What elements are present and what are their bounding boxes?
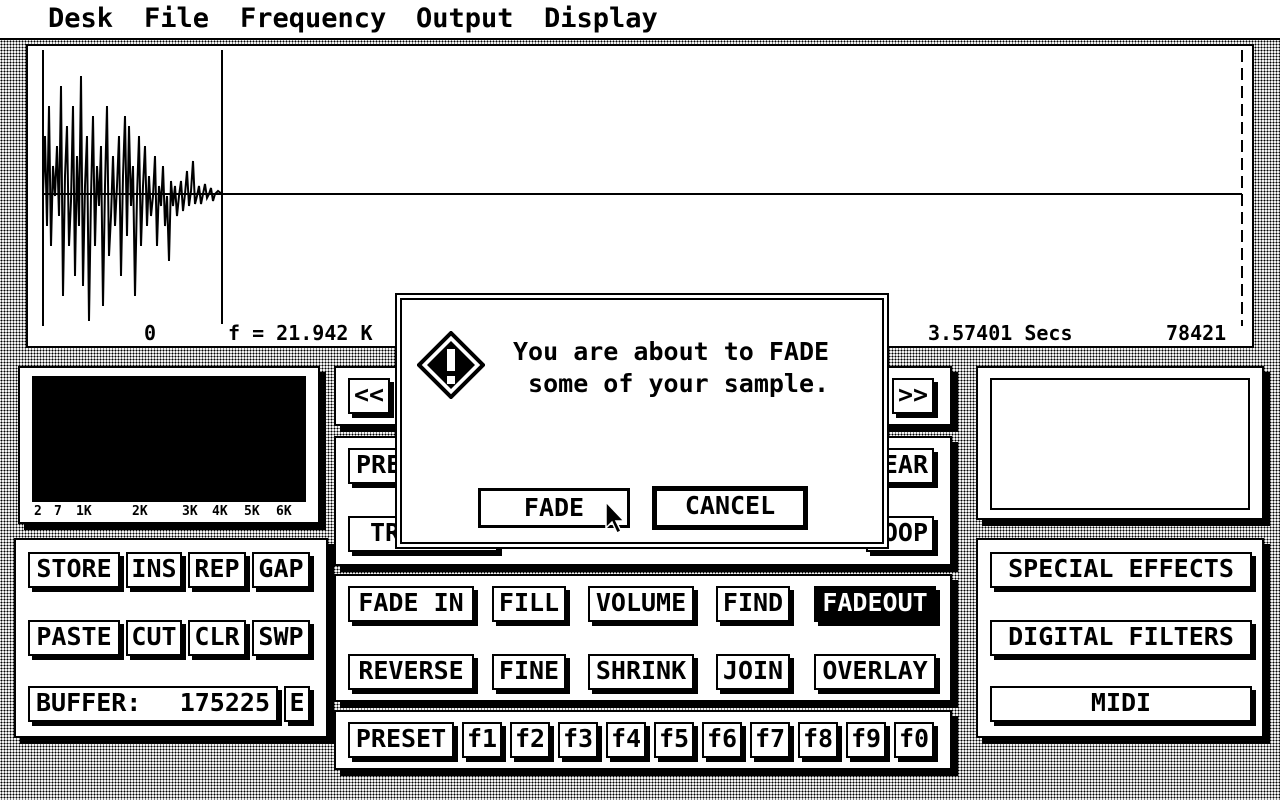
preset-panel: PRESET f1 f2 f3 f4 f5 f6 f7 f8 f9 f0 — [334, 710, 952, 770]
fade-in-button[interactable]: FADE IN — [348, 586, 474, 622]
preset-button[interactable]: PRESET — [348, 722, 454, 758]
insert-button[interactable]: INS — [126, 552, 182, 588]
spectrum-tick: 3K — [182, 504, 198, 519]
preset-f6-button[interactable]: f6 — [702, 722, 742, 758]
preset-f3-button[interactable]: f3 — [558, 722, 598, 758]
waveform-length-label: 78421 — [1166, 321, 1227, 345]
spectrum-tick: 1K — [76, 504, 92, 519]
spectrum-panel: 2 7 1K 2K 3K 4K 5K 6K — [18, 366, 320, 524]
effects-panel: FADE IN FILL VOLUME FIND FADEOUT REVERSE… — [334, 574, 952, 702]
reverse-button[interactable]: REVERSE — [348, 654, 474, 690]
menu-file[interactable]: File — [144, 2, 209, 36]
info-panel — [976, 366, 1264, 520]
menu-desk[interactable]: Desk — [48, 2, 113, 36]
preset-f7-button[interactable]: f7 — [750, 722, 790, 758]
spectrum-tick: 2K — [132, 504, 148, 519]
paste-button[interactable]: PASTE — [28, 620, 120, 656]
digital-filters-button[interactable]: DIGITAL FILTERS — [990, 620, 1252, 656]
warning-icon — [417, 331, 485, 399]
preset-f1-button[interactable]: f1 — [462, 722, 502, 758]
waveform-duration-label: 3.57401 Secs — [928, 321, 1073, 345]
spectrum-display — [32, 376, 306, 502]
preset-f2-button[interactable]: f2 — [510, 722, 550, 758]
swap-button[interactable]: SWP — [252, 620, 310, 656]
cut-button[interactable]: CUT — [126, 620, 182, 656]
spectrum-tick: 7 — [54, 504, 62, 519]
spectrum-tick: 2 — [34, 504, 42, 519]
store-button[interactable]: STORE — [28, 552, 120, 588]
buffer-display: BUFFER: 175225 — [28, 686, 278, 722]
replace-button[interactable]: REP — [188, 552, 246, 588]
cancel-button[interactable]: CANCEL — [652, 486, 808, 530]
preset-f4-button[interactable]: f4 — [606, 722, 646, 758]
buffer-label: BUFFER: — [36, 688, 142, 717]
shrink-button[interactable]: SHRINK — [588, 654, 694, 690]
preset-f8-button[interactable]: f8 — [798, 722, 838, 758]
menu-bar: Desk File Frequency Output Display — [0, 0, 1280, 40]
fine-button[interactable]: FINE — [492, 654, 566, 690]
special-effects-button[interactable]: SPECIAL EFFECTS — [990, 552, 1252, 588]
buffer-value: 175225 — [179, 688, 270, 717]
midi-button[interactable]: MIDI — [990, 686, 1252, 722]
clear-button[interactable]: CLR — [188, 620, 246, 656]
waveform-trace — [42, 75, 223, 322]
menu-output[interactable]: Output — [416, 2, 514, 36]
waveform-frequency-label: f = 21.942 K — [228, 321, 373, 345]
waveform-start-label: 0 — [144, 321, 157, 345]
gap-button[interactable]: GAP — [252, 552, 310, 588]
menu-frequency[interactable]: Frequency — [240, 2, 386, 36]
tools-panel: SPECIAL EFFECTS DIGITAL FILTERS MIDI — [976, 538, 1264, 738]
buffer-e-button[interactable]: E — [284, 686, 310, 722]
join-button[interactable]: JOIN — [716, 654, 790, 690]
spectrum-tick: 4K — [212, 504, 228, 519]
edit-panel: STORE INS REP GAP PASTE CUT CLR SWP BUFF… — [14, 538, 328, 738]
fade-confirm-dialog: You are about to FADE some of your sampl… — [395, 293, 889, 549]
info-display — [990, 378, 1250, 510]
spectrum-tick: 6K — [276, 504, 292, 519]
scroll-left-button[interactable]: << — [348, 378, 390, 414]
preset-f0-button[interactable]: f0 — [894, 722, 934, 758]
fill-button[interactable]: FILL — [492, 586, 566, 622]
arrow-cursor-icon — [605, 500, 626, 535]
scroll-right-button[interactable]: >> — [892, 378, 934, 414]
preset-f9-button[interactable]: f9 — [846, 722, 886, 758]
dialog-message-line1: You are about to FADE — [513, 337, 830, 366]
menu-display[interactable]: Display — [544, 2, 658, 36]
find-button[interactable]: FIND — [716, 586, 790, 622]
fadeout-button[interactable]: FADEOUT — [814, 586, 936, 622]
overlay-button[interactable]: OVERLAY — [814, 654, 936, 690]
preset-f5-button[interactable]: f5 — [654, 722, 694, 758]
volume-button[interactable]: VOLUME — [588, 586, 694, 622]
dialog-message-line2: some of your sample. — [513, 369, 830, 398]
spectrum-tick: 5K — [244, 504, 260, 519]
